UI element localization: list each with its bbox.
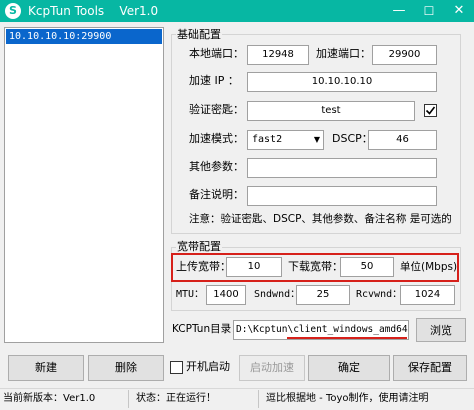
confirm-button[interactable]: 确定 bbox=[308, 355, 390, 381]
rcvwnd-input[interactable]: 1024 bbox=[400, 285, 455, 305]
dscp-label: DSCP： bbox=[332, 132, 373, 145]
dscp-input[interactable]: 46 bbox=[368, 130, 437, 150]
other-params-label: 其他参数： bbox=[189, 160, 244, 173]
title-bar: S KcpTun Tools Ver1.0 — ☐ ✕ bbox=[0, 0, 474, 22]
server-list[interactable]: 10.10.10.10:29900 bbox=[4, 27, 164, 343]
optional-hint: 注意：验证密匙、DSCP、其他参数、备注名称 是可选的 bbox=[189, 213, 452, 225]
version-status: 当前新版本：Ver1.0 bbox=[3, 393, 96, 404]
accel-ip-label: 加速 IP ： bbox=[189, 74, 239, 87]
mtu-input[interactable]: 1400 bbox=[206, 285, 246, 305]
download-input[interactable]: 50 bbox=[340, 257, 394, 277]
maximize-button[interactable]: ☐ bbox=[414, 0, 444, 22]
mode-select-value: fast2 bbox=[252, 134, 283, 145]
window-title: KcpTun Tools Ver1.0 bbox=[28, 4, 159, 18]
local-port-label: 本地端口： bbox=[189, 47, 244, 60]
note-input[interactable] bbox=[247, 186, 437, 206]
credit-link[interactable]: 逗比根据地 - Toyo制作，使用请注明 bbox=[266, 391, 429, 407]
basic-config-label: 基础配置 bbox=[176, 28, 222, 41]
key-checkbox[interactable] bbox=[424, 104, 437, 117]
accel-port-input[interactable]: 29900 bbox=[372, 45, 437, 65]
status-separator bbox=[128, 390, 129, 408]
bandwidth-config-label: 宽带配置 bbox=[176, 240, 222, 253]
note-label: 备注说明： bbox=[189, 188, 244, 201]
new-button[interactable]: 新建 bbox=[8, 355, 84, 381]
key-label: 验证密匙： bbox=[189, 103, 244, 116]
save-config-button[interactable]: 保存配置 bbox=[393, 355, 467, 381]
other-params-input[interactable] bbox=[247, 158, 437, 178]
sndwnd-label: Sndwnd： bbox=[254, 289, 301, 300]
upload-label: 上传宽带： bbox=[176, 260, 231, 273]
upload-input[interactable]: 10 bbox=[226, 257, 282, 277]
accel-port-label: 加速端口： bbox=[316, 47, 371, 60]
local-port-input[interactable]: 12948 bbox=[247, 45, 309, 65]
browse-button[interactable]: 浏览 bbox=[416, 318, 466, 342]
kcptun-dir-label: KCPTun目录： bbox=[172, 323, 242, 335]
delete-button[interactable]: 删除 bbox=[88, 355, 164, 381]
mode-label: 加速模式： bbox=[189, 132, 244, 145]
autostart-label: 开机启动 bbox=[186, 360, 230, 373]
accel-ip-input[interactable]: 10.10.10.10 bbox=[247, 72, 437, 92]
path-highlight-underline bbox=[287, 337, 407, 339]
status-separator bbox=[258, 390, 259, 408]
download-label: 下载宽带： bbox=[288, 260, 343, 273]
unit-label: 单位(Mbps) bbox=[400, 261, 458, 273]
run-status: 状态：正在运行！ bbox=[136, 393, 216, 404]
sndwnd-input[interactable]: 25 bbox=[296, 285, 350, 305]
checkmark-icon bbox=[425, 106, 436, 115]
server-list-item[interactable]: 10.10.10.10:29900 bbox=[6, 29, 162, 44]
key-input[interactable]: test bbox=[247, 101, 415, 121]
autostart-checkbox[interactable] bbox=[170, 361, 183, 374]
mode-select[interactable]: fast2 ▼ bbox=[247, 130, 324, 150]
rcvwnd-label: Rcvwnd： bbox=[356, 289, 403, 300]
chevron-down-icon: ▼ bbox=[313, 135, 320, 144]
minimize-button[interactable]: — bbox=[384, 0, 414, 22]
close-button[interactable]: ✕ bbox=[444, 0, 474, 22]
s-logo-icon: S bbox=[5, 3, 21, 19]
mtu-label: MTU： bbox=[176, 289, 205, 300]
start-accel-button[interactable]: 启动加速 bbox=[239, 355, 305, 381]
